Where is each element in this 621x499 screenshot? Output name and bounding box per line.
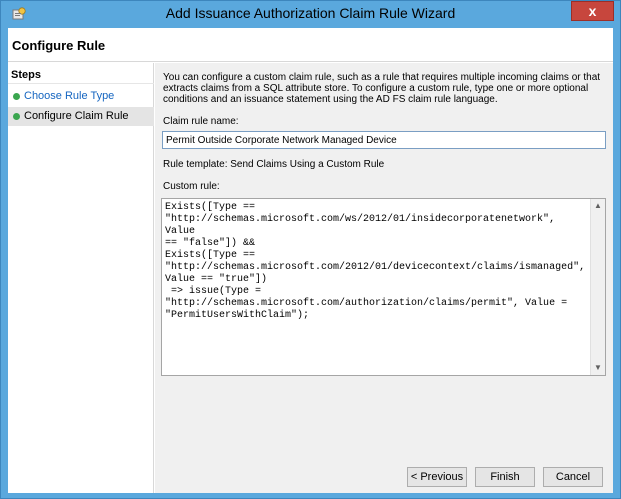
scroll-up-icon[interactable]: ▲ (591, 199, 605, 213)
main-panel: You can configure a custom claim rule, s… (155, 63, 613, 459)
previous-button[interactable]: < Previous (407, 467, 467, 487)
vertical-scrollbar[interactable]: ▲ ▼ (590, 199, 605, 375)
step-configure-claim-rule: Configure Claim Rule (8, 107, 154, 126)
rule-name-label: Claim rule name: (163, 116, 239, 127)
wizard-content: Configure Rule Steps Choose Rule Type Co… (8, 28, 613, 493)
custom-rule-text[interactable]: Exists([Type == "http://schemas.microsof… (165, 202, 590, 322)
page-header: Configure Rule (8, 28, 613, 62)
title-bar[interactable]: Add Issuance Authorization Claim Rule Wi… (1, 1, 620, 27)
custom-rule-label: Custom rule: (163, 181, 220, 192)
button-bar: < Previous Finish Cancel (155, 459, 613, 493)
step-choose-rule-type[interactable]: Choose Rule Type (8, 87, 154, 106)
close-button[interactable]: x (571, 1, 614, 21)
rule-template-text: Rule template: Send Claims Using a Custo… (163, 159, 385, 170)
page-title: Configure Rule (12, 38, 106, 53)
step-label: Configure Claim Rule (24, 110, 129, 122)
intro-text: You can configure a custom claim rule, s… (163, 72, 601, 105)
steps-divider (8, 83, 154, 84)
finish-button[interactable]: Finish (475, 467, 535, 487)
step-complete-icon (13, 93, 20, 100)
window-title: Add Issuance Authorization Claim Rule Wi… (165, 5, 456, 21)
steps-panel: Steps Choose Rule Type Configure Claim R… (8, 63, 154, 493)
custom-rule-textarea[interactable]: Exists([Type == "http://schemas.microsof… (161, 198, 606, 376)
step-label[interactable]: Choose Rule Type (24, 90, 114, 102)
steps-heading: Steps (11, 69, 41, 81)
step-current-icon (13, 113, 20, 120)
cancel-button[interactable]: Cancel (543, 467, 603, 487)
rule-name-input[interactable] (162, 131, 606, 149)
wizard-window: Add Issuance Authorization Claim Rule Wi… (0, 0, 621, 499)
scroll-down-icon[interactable]: ▼ (591, 361, 605, 375)
